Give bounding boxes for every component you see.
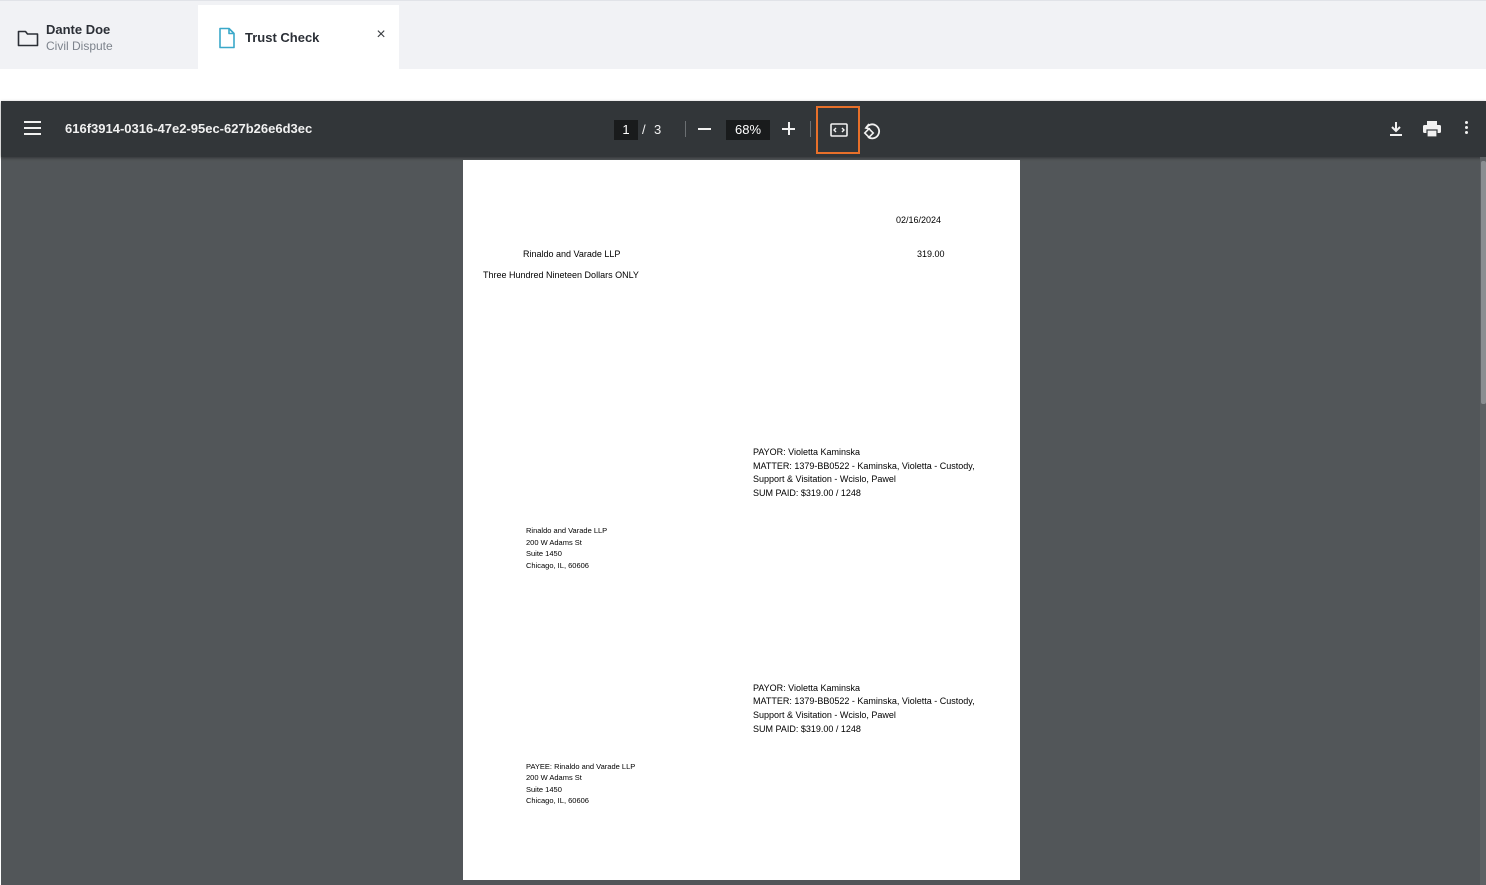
page-total: 3 [654, 122, 662, 137]
address2-line: 200 W Adams St [526, 773, 582, 782]
more-options-icon[interactable] [1462, 121, 1470, 137]
toolbar-divider [810, 121, 811, 137]
pdf-viewer: 616f3914-0316-47e2-95ec-627b26e6d3ec 1 /… [1, 101, 1486, 885]
tab-label: Trust Check [245, 30, 320, 45]
check-payee: Rinaldo and Varade LLP [523, 249, 621, 259]
menu-icon[interactable] [24, 121, 41, 135]
zoom-in-button[interactable] [782, 120, 796, 138]
toolbar-divider [685, 121, 686, 137]
address1-line: Suite 1450 [526, 549, 562, 558]
scrollbar-thumb[interactable] [1481, 161, 1486, 404]
zoom-level-input[interactable]: 68% [726, 120, 770, 140]
case-type: Civil Dispute [46, 38, 113, 53]
close-tab-button[interactable]: × [373, 27, 389, 43]
stub2-payor: PAYOR: Violetta Kaminska [753, 683, 861, 693]
address1-line: Chicago, IL, 60606 [526, 561, 589, 570]
address2-line: PAYEE: Rinaldo and Varade LLP [526, 762, 636, 771]
rotate-icon[interactable] [861, 119, 883, 141]
download-icon[interactable] [1387, 120, 1405, 138]
address2-line: Chicago, IL, 60606 [526, 796, 589, 805]
tab-case-text: Dante Doe Civil Dispute [46, 22, 113, 54]
stub1-payor: PAYOR: Violetta Kaminska [753, 447, 861, 457]
folder-icon [17, 30, 39, 46]
stub1-sum-paid: SUM PAID: $319.00 / 1248 [753, 488, 861, 498]
tab-trust-check[interactable]: Trust Check × [198, 5, 399, 70]
check-amount: 319.00 [917, 249, 945, 259]
stub1-matter-cont: Support & Visitation - Wcislo, Pawel [753, 474, 896, 484]
zoom-out-button[interactable] [698, 128, 711, 130]
address2-line: Suite 1450 [526, 785, 562, 794]
fit-to-page-button[interactable] [816, 106, 860, 154]
pdf-page: 02/16/2024 Rinaldo and Varade LLP 319.00… [463, 160, 1020, 880]
page-separator: / [642, 122, 646, 137]
case-name: Dante Doe [46, 21, 111, 37]
document-filename: 616f3914-0316-47e2-95ec-627b26e6d3ec [65, 121, 313, 136]
stub1-matter: MATTER: 1379-BB0522 - Kaminska, Violetta… [753, 461, 975, 471]
pdf-toolbar: 616f3914-0316-47e2-95ec-627b26e6d3ec 1 /… [1, 101, 1486, 157]
stub2-sum-paid: SUM PAID: $319.00 / 1248 [753, 724, 861, 734]
fit-page-icon [830, 123, 848, 137]
print-icon[interactable] [1422, 120, 1442, 138]
check-date: 02/16/2024 [896, 215, 942, 225]
address1-line: Rinaldo and Varade LLP [526, 526, 608, 535]
address1-line: 200 W Adams St [526, 538, 582, 547]
check-amount-words: Three Hundred Nineteen Dollars ONLY [483, 270, 639, 280]
tab-case-dante-doe[interactable]: Dante Doe Civil Dispute [0, 5, 198, 70]
tab-bar: Dante Doe Civil Dispute Trust Check × [0, 0, 1486, 70]
document-icon [219, 27, 235, 48]
stub2-matter-cont: Support & Visitation - Wcislo, Pawel [753, 710, 896, 720]
page-number-input[interactable]: 1 [614, 120, 638, 140]
stub2-matter: MATTER: 1379-BB0522 - Kaminska, Violetta… [753, 696, 975, 706]
